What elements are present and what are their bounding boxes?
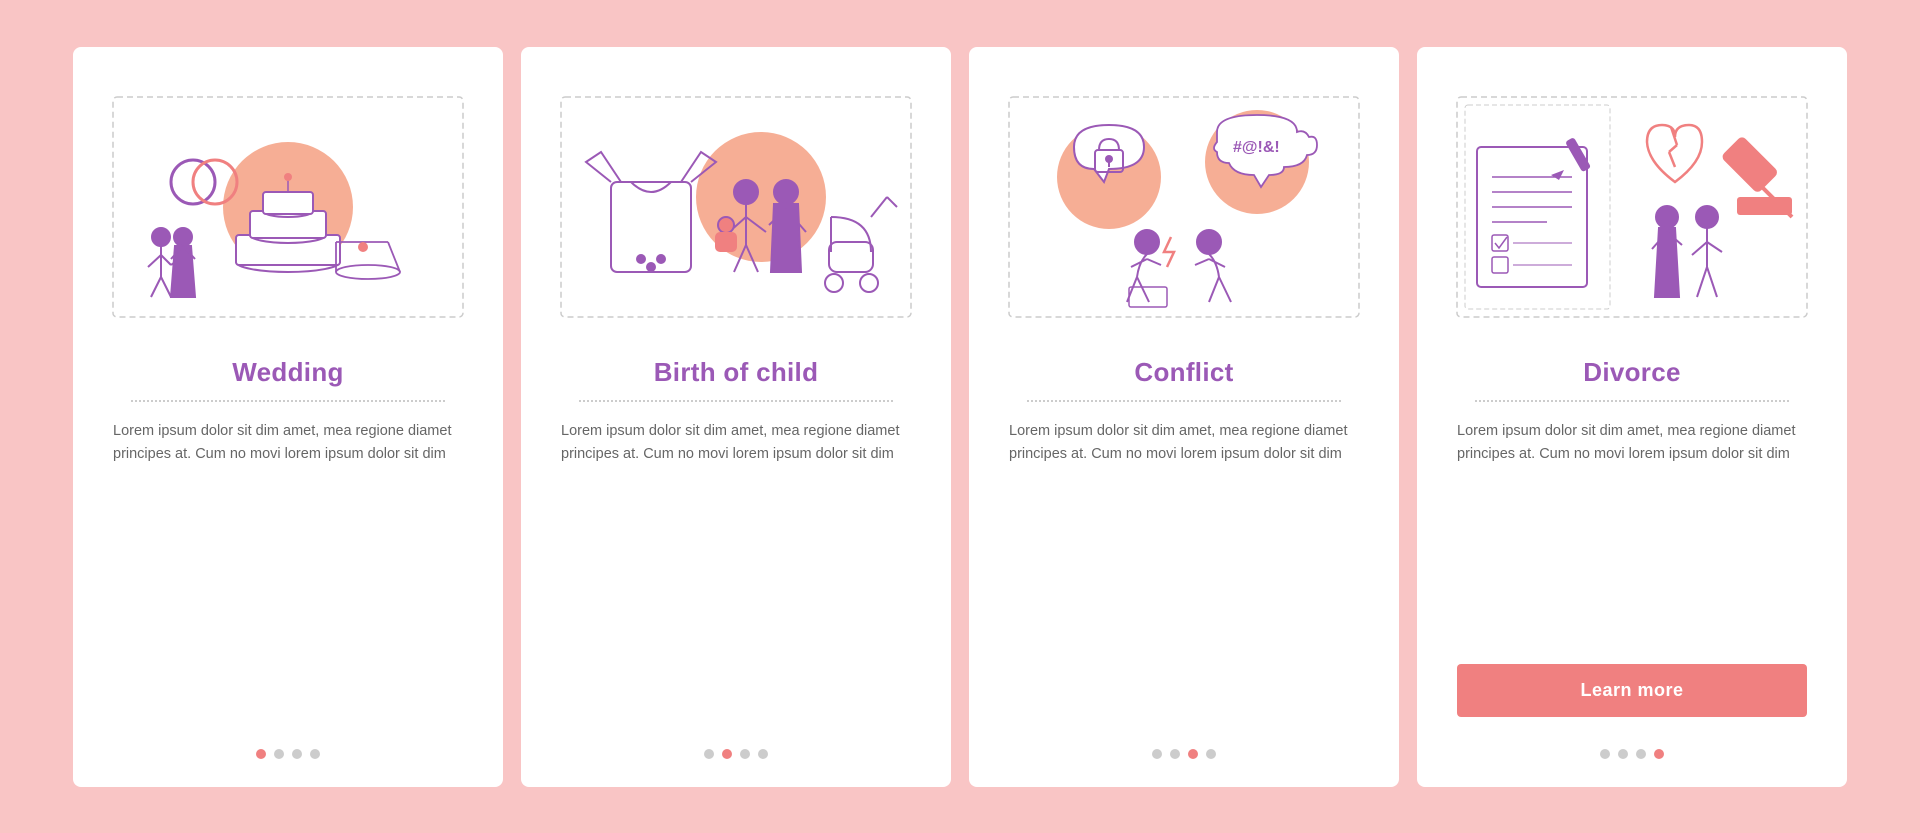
conflict-divider [1027,400,1342,402]
birth-illustration [551,77,921,337]
conflict-title: Conflict [1134,357,1233,388]
dot-3 [1188,749,1198,759]
divorce-illustration [1447,77,1817,337]
dot-4 [310,749,320,759]
birth-body: Lorem ipsum dolor sit dim amet, mea regi… [551,420,921,733]
dot-3 [740,749,750,759]
learn-more-button[interactable]: Learn more [1457,664,1807,717]
dot-4 [1654,749,1664,759]
dot-1 [1152,749,1162,759]
wedding-title: Wedding [232,357,343,388]
dot-4 [1206,749,1216,759]
divorce-card: Divorce Lorem ipsum dolor sit dim amet, … [1417,47,1847,787]
svg-text:#@!&!: #@!&! [1233,139,1280,156]
conflict-card: #@!&! [969,47,1399,787]
divorce-body: Lorem ipsum dolor sit dim amet, mea regi… [1447,420,1817,646]
cards-container: Wedding Lorem ipsum dolor sit dim amet, … [73,47,1847,787]
birth-card: Birth of child Lorem ipsum dolor sit dim… [521,47,951,787]
dot-3 [292,749,302,759]
divorce-divider [1475,400,1790,402]
dot-2 [1170,749,1180,759]
conflict-dots [1152,733,1216,759]
conflict-illustration: #@!&! [999,77,1369,337]
dot-2 [1618,749,1628,759]
wedding-illustration [103,77,473,337]
dot-2 [274,749,284,759]
birth-title: Birth of child [654,357,819,388]
divorce-title: Divorce [1583,357,1680,388]
dot-1 [704,749,714,759]
dot-1 [1600,749,1610,759]
wedding-divider [131,400,446,402]
dot-3 [1636,749,1646,759]
dot-4 [758,749,768,759]
dot-1 [256,749,266,759]
divorce-dots [1600,733,1664,759]
birth-dots [704,733,768,759]
birth-divider [579,400,894,402]
wedding-body: Lorem ipsum dolor sit dim amet, mea regi… [103,420,473,733]
wedding-dots [256,733,320,759]
conflict-body: Lorem ipsum dolor sit dim amet, mea regi… [999,420,1369,733]
dot-2 [722,749,732,759]
wedding-card: Wedding Lorem ipsum dolor sit dim amet, … [73,47,503,787]
